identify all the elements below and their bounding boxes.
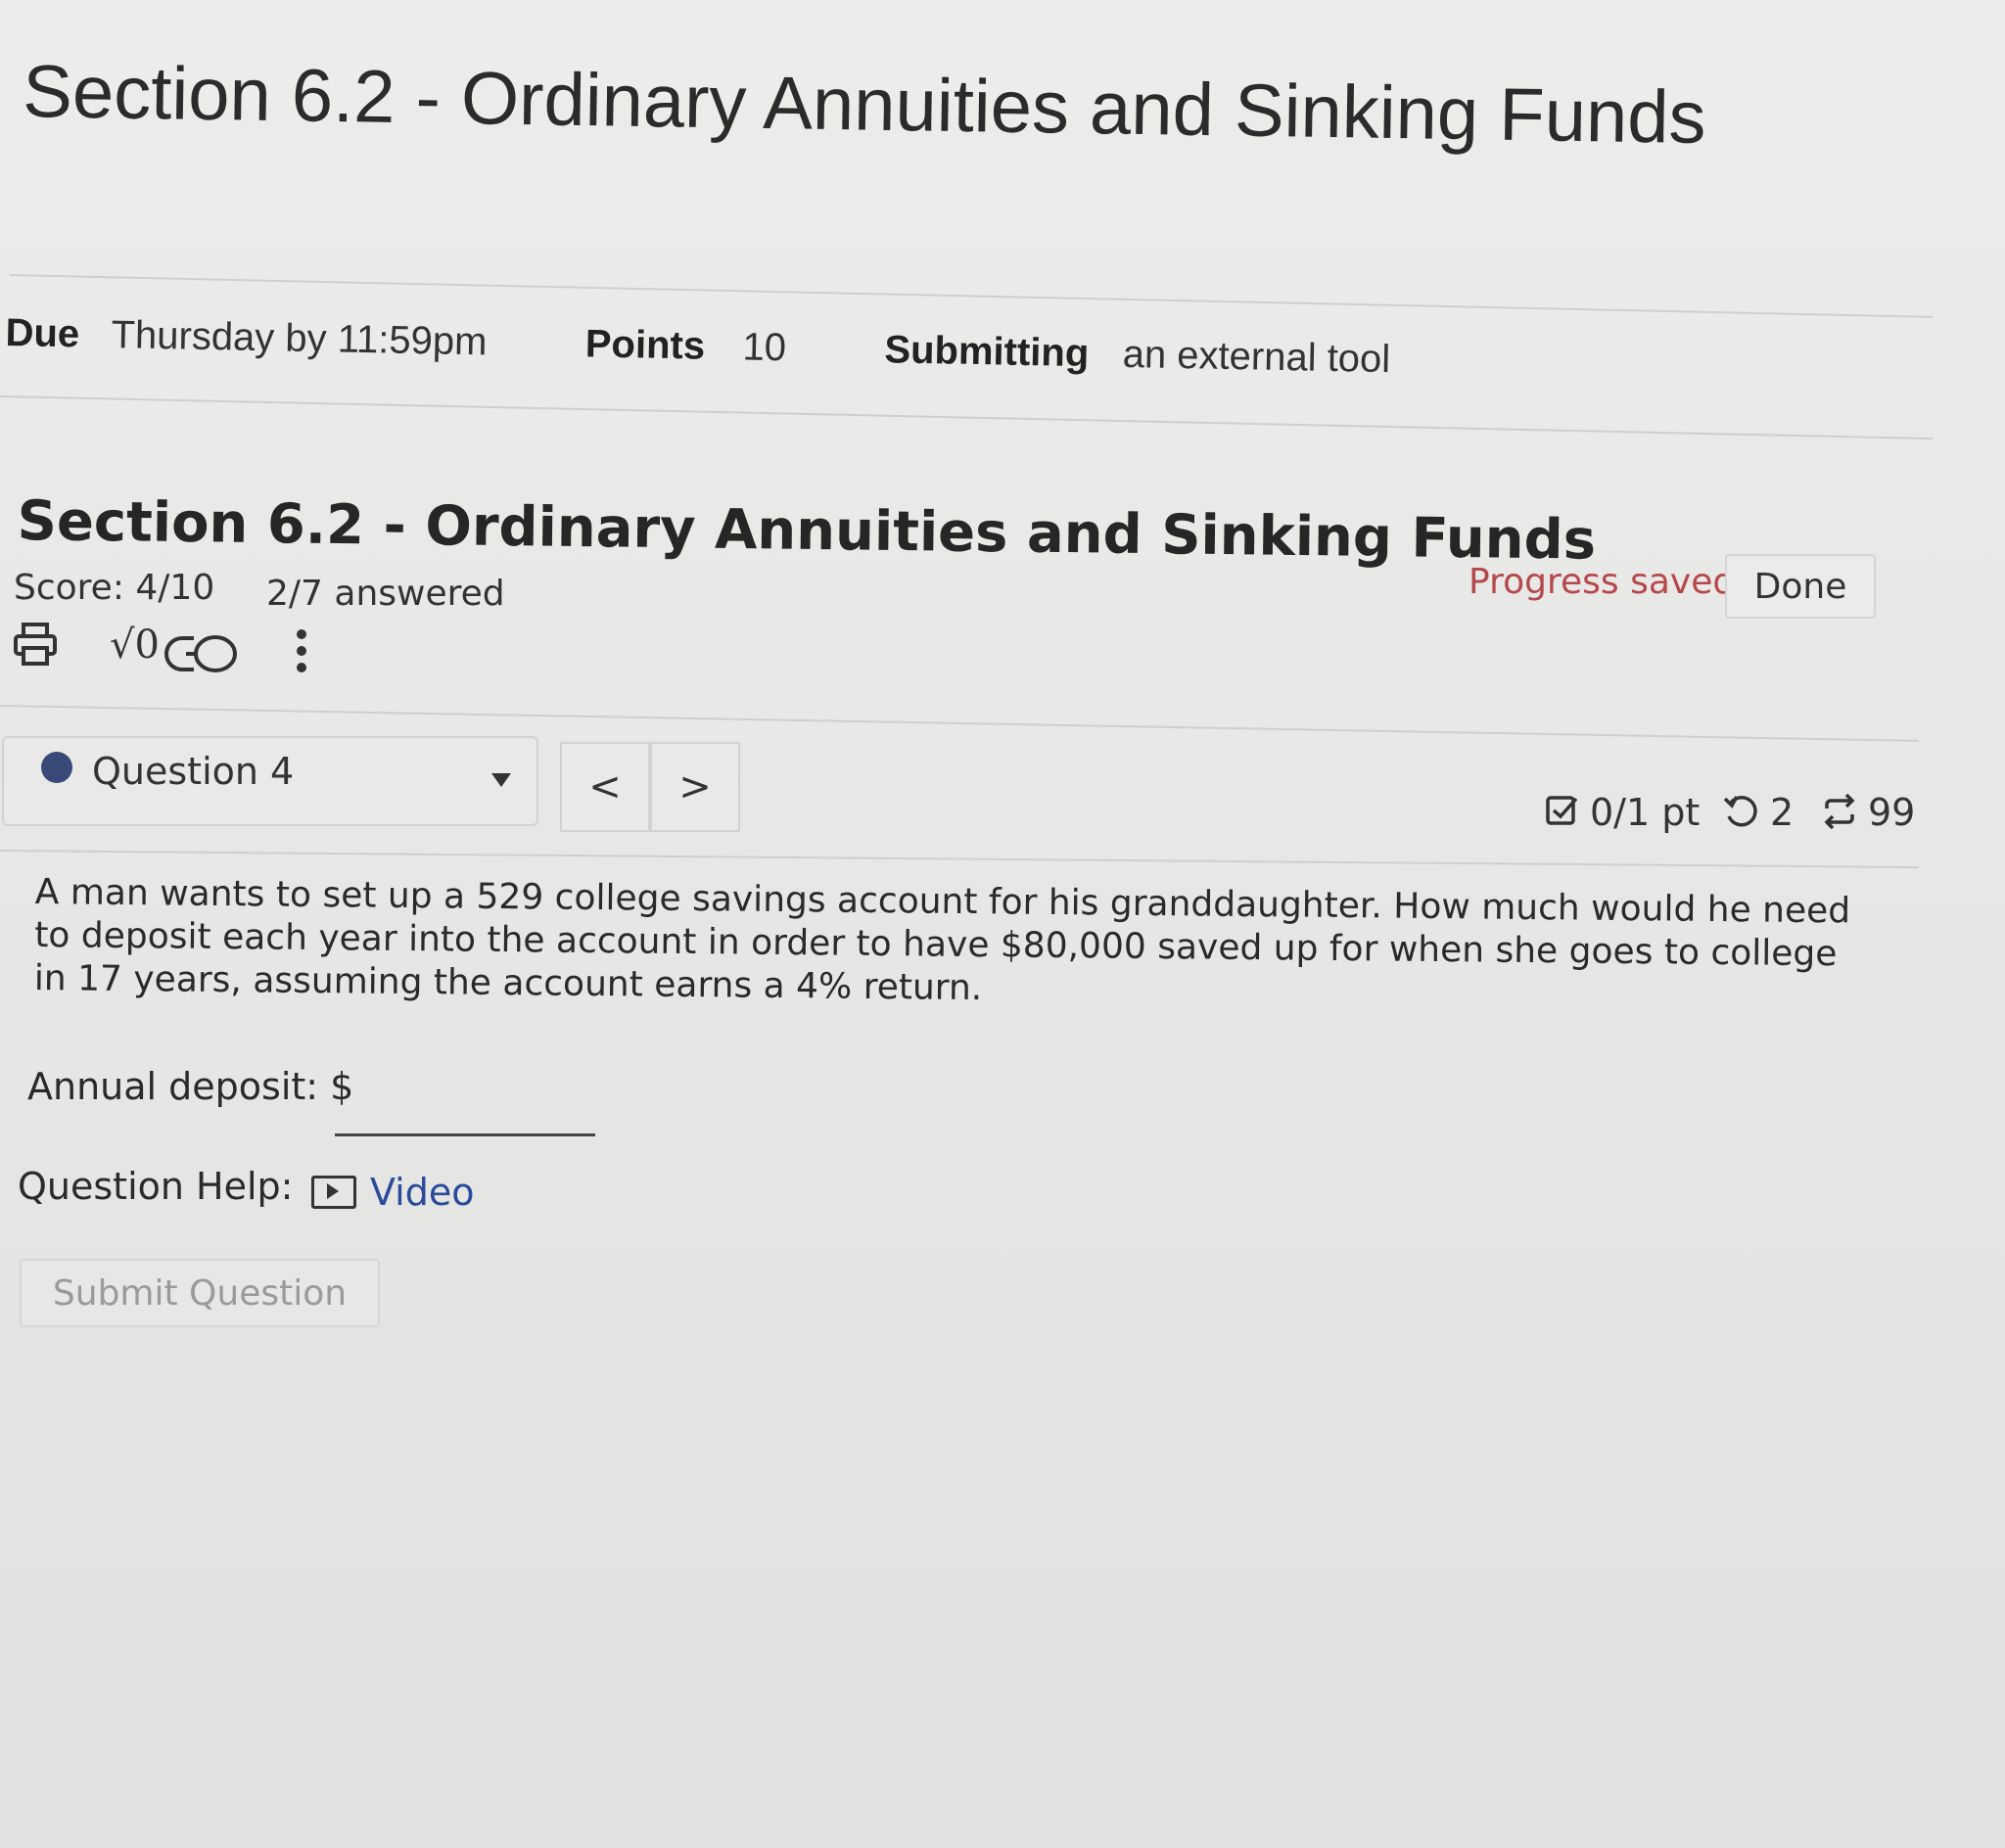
progress-saved-status: Progress saved	[1469, 562, 1736, 602]
next-question-button[interactable]: >	[650, 742, 740, 832]
score: Score: 4/10	[14, 568, 215, 608]
video-link[interactable]: Video	[311, 1171, 474, 1214]
chain-link-icon[interactable]	[164, 632, 239, 675]
question-status-dot	[41, 752, 72, 783]
submit-question-button[interactable]: Submit Question	[20, 1259, 380, 1327]
annual-deposit-input[interactable]	[335, 1073, 595, 1136]
meta-row: Due Thursday by 11:59pm Points 10 Submit…	[5, 311, 1390, 382]
due-value: Thursday by 11:59pm	[111, 313, 488, 364]
vertical-ellipsis-icon[interactable]	[292, 626, 311, 675]
previous-question-button[interactable]: <	[560, 742, 650, 832]
sqrt-zero-icon[interactable]: √0	[110, 623, 160, 668]
submitting-value: an external tool	[1122, 332, 1391, 382]
divider	[0, 395, 1934, 440]
attempts-count: 99	[1868, 791, 1916, 834]
question-selector-label: Question 4	[92, 750, 295, 793]
quiz-title: Section 6.2 - Ordinary Annuities and Sin…	[17, 489, 1597, 573]
retry-icon	[1723, 793, 1760, 830]
answered-count: 2/7 answered	[266, 574, 505, 614]
divider	[0, 850, 1919, 869]
due-label: Due	[5, 311, 80, 356]
submitting-label: Submitting	[884, 328, 1090, 376]
printer-icon[interactable]	[12, 621, 59, 668]
points-earned: 0/1 pt	[1590, 791, 1701, 834]
attempts-icon	[1821, 793, 1858, 830]
points-value: 10	[742, 325, 787, 370]
divider	[9, 274, 1934, 318]
points-label: Points	[584, 322, 706, 368]
page-title: Section 6.2 - Ordinary Annuities and Sin…	[22, 49, 1707, 160]
video-link-label: Video	[370, 1171, 475, 1214]
retries-count: 2	[1770, 791, 1795, 834]
done-button[interactable]: Done	[1725, 554, 1876, 619]
page: Section 6.2 - Ordinary Annuities and Sin…	[0, 0, 2005, 1848]
video-play-icon	[311, 1176, 356, 1209]
question-text: A man wants to set up a 529 college savi…	[33, 871, 1851, 1009]
annual-deposit-label: Annual deposit: $	[27, 1065, 354, 1108]
checkbox-icon	[1545, 793, 1580, 828]
question-help-label: Question Help:	[18, 1165, 294, 1208]
caret-down-icon	[491, 773, 511, 787]
